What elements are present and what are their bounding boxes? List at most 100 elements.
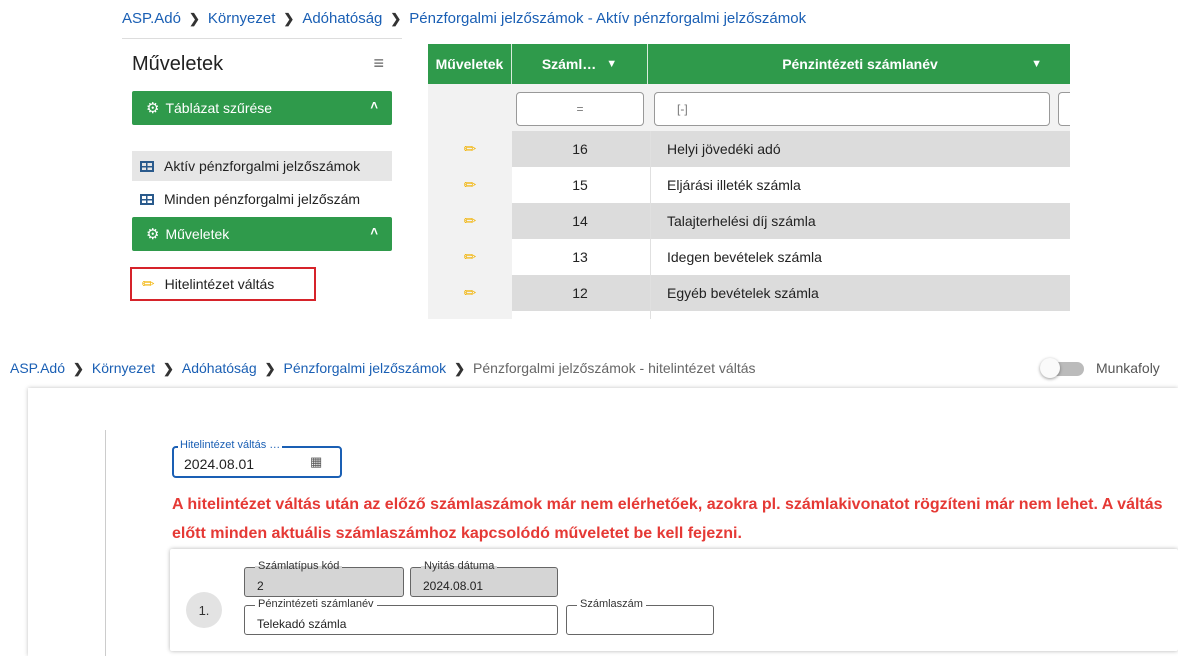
sidebar-item-label: Aktív pénzforgalmi jelzőszámok bbox=[164, 158, 361, 174]
chevron-right-icon: ❯ bbox=[454, 361, 466, 376]
col-header-label: Száml… bbox=[541, 56, 597, 72]
number-filter-input[interactable]: = bbox=[516, 92, 644, 126]
table-row[interactable]: ✏ 16 Helyi jövedéki adó bbox=[428, 131, 1070, 167]
pencil-icon[interactable]: ✏ bbox=[464, 248, 477, 266]
field-label: Hitelintézet váltás … bbox=[178, 439, 283, 451]
name-cell bbox=[650, 311, 1070, 319]
filter-operator: = bbox=[576, 102, 584, 116]
name-cell: Idegen bevételek számla bbox=[650, 239, 1070, 275]
calendar-icon[interactable]: ▦ bbox=[310, 454, 322, 470]
breadcrumb-link-kornyezet[interactable]: Környezet bbox=[92, 360, 155, 376]
breadcrumb-link-asp[interactable]: ASP.Adó bbox=[122, 10, 181, 27]
col-header-label: Pénzintézeti számlanév bbox=[782, 56, 938, 72]
pencil-icon[interactable]: ✏ bbox=[464, 140, 477, 158]
breadcrumb-link-adohatosag[interactable]: Adóhatóság bbox=[182, 360, 257, 376]
number-cell: 13 bbox=[572, 249, 588, 265]
breadcrumb-link-asp[interactable]: ASP.Adó bbox=[10, 360, 65, 376]
breadcrumb-bottom: ASP.Adó ❯ Környezet ❯ Adóhatóság ❯ Pénzforgalm… bbox=[10, 360, 756, 377]
action-bank-change[interactable]: ✏ Hitelintézet váltás bbox=[130, 267, 316, 301]
col-header-number[interactable]: Száml… ▼ bbox=[512, 44, 648, 84]
name-cell: Egyéb bevételek számla bbox=[650, 275, 1070, 311]
name-cell: Eljárási illeték számla bbox=[650, 167, 1070, 203]
chevron-up-icon: ˄ bbox=[370, 98, 378, 113]
number-cell: 14 bbox=[572, 213, 588, 229]
pencil-icon: ✏ bbox=[142, 276, 155, 293]
type-code-field: Számlatípus kód 2 bbox=[244, 560, 404, 597]
edit-cell[interactable]: ✏ bbox=[428, 239, 512, 275]
table-row[interactable]: ✏ 12 Egyéb bevételek számla bbox=[428, 275, 1070, 311]
field-value: 2 bbox=[257, 579, 264, 593]
field-label: Nyitás dátuma bbox=[421, 560, 498, 572]
chevron-right-icon: ❯ bbox=[283, 11, 295, 26]
name-cell: Helyi jövedéki adó bbox=[650, 131, 1070, 167]
pencil-icon[interactable]: ✏ bbox=[464, 176, 477, 194]
chevron-right-icon: ❯ bbox=[390, 11, 402, 26]
warning-message: A hitelintézet váltás után az előző szám… bbox=[172, 496, 1163, 542]
chevron-right-icon: ❯ bbox=[73, 361, 84, 376]
pencil-icon[interactable]: ✏ bbox=[464, 284, 477, 302]
workflow-toggle[interactable] bbox=[1040, 358, 1084, 378]
section-label: Táblázat szűrése bbox=[165, 100, 273, 116]
breadcrumb-top: ASP.Adó ❯ Környezet ❯ Adóhatóság ❯ Pénzforgalm… bbox=[122, 10, 806, 27]
row-index: 1. bbox=[186, 592, 222, 628]
chevron-right-icon: ❯ bbox=[264, 361, 276, 376]
pencil-icon[interactable]: ✏ bbox=[464, 212, 477, 230]
section-actions[interactable]: ⚙ Műveletek ˄ bbox=[132, 217, 392, 251]
edit-cell[interactable]: ✏ bbox=[428, 203, 512, 239]
next-filter-input[interactable] bbox=[1058, 92, 1070, 126]
name-filter-input[interactable]: [-] bbox=[654, 92, 1050, 126]
sidebar-item-label: Minden pénzforgalmi jelzőszám bbox=[164, 191, 361, 207]
field-label: Pénzintézeti számlanév bbox=[255, 598, 377, 610]
action-label: Hitelintézet váltás bbox=[164, 276, 275, 292]
breadcrumb-link-codes[interactable]: Pénzforgalmi jelzőszámok bbox=[284, 360, 447, 376]
edit-cell[interactable]: ✏ bbox=[428, 167, 512, 203]
chevron-up-icon: ˄ bbox=[370, 224, 378, 239]
filter-icon[interactable]: ▼ bbox=[606, 58, 617, 70]
sidebar-item-all-codes[interactable]: Minden pénzforgalmi jelzőszám bbox=[132, 184, 392, 214]
sidebar-item-active-codes[interactable]: Aktív pénzforgalmi jelzőszámok bbox=[132, 151, 392, 181]
open-date-field: Nyitás dátuma 2024.08.01 bbox=[410, 560, 558, 597]
section-table-filter[interactable]: ⚙ Táblázat szűrése ˄ bbox=[132, 91, 392, 125]
table-row[interactable]: ✏ 15 Eljárási illeték számla bbox=[428, 167, 1070, 203]
divider bbox=[105, 430, 106, 656]
table-row bbox=[428, 311, 1070, 319]
filter-operator: [-] bbox=[677, 102, 688, 116]
section-label: Műveletek bbox=[165, 226, 230, 242]
breadcrumb-link-kornyezet[interactable]: Környezet bbox=[208, 10, 276, 27]
name-cell: Talajterhelési díj számla bbox=[650, 203, 1070, 239]
table-row[interactable]: ✏ 14 Talajterhelési díj számla bbox=[428, 203, 1070, 239]
account-number-field[interactable]: Számlaszám bbox=[566, 598, 714, 635]
field-value: 2024.08.01 bbox=[184, 456, 255, 472]
breadcrumb-current: Pénzforgalmi jelzőszámok - hitelintézet … bbox=[473, 360, 756, 376]
gear-icon: ⚙ bbox=[146, 226, 160, 243]
hamburger-icon[interactable]: ≡ bbox=[373, 53, 384, 74]
breadcrumb-current[interactable]: Pénzforgalmi jelzőszámok - Aktív pénzfor… bbox=[409, 10, 806, 27]
table-icon bbox=[140, 160, 154, 172]
codes-table: Műveletek Száml… ▼ Pénzintézeti számlané… bbox=[428, 44, 1070, 319]
edit-cell[interactable]: ✏ bbox=[428, 131, 512, 167]
field-label: Számlaszám bbox=[577, 598, 646, 610]
chevron-right-icon: ❯ bbox=[188, 11, 200, 26]
number-cell: 12 bbox=[572, 285, 588, 301]
col-header-actions[interactable]: Műveletek bbox=[428, 44, 512, 84]
table-icon bbox=[140, 193, 154, 205]
bank-change-date-field[interactable]: Hitelintézet váltás … 2024.08.01 ▦ bbox=[172, 439, 342, 478]
sidebar-title: Műveletek bbox=[132, 53, 224, 75]
col-header-name[interactable]: Pénzintézeti számlanév ▼ bbox=[650, 44, 1070, 84]
number-cell: 15 bbox=[572, 177, 588, 193]
gear-icon: ⚙ bbox=[146, 100, 160, 117]
number-cell: 16 bbox=[572, 141, 588, 157]
account-name-field[interactable]: Pénzintézeti számlanév Telekadó számla bbox=[244, 598, 558, 635]
breadcrumb-link-adohatosag[interactable]: Adóhatóság bbox=[302, 10, 382, 27]
filter-icon[interactable]: ▼ bbox=[1031, 58, 1042, 70]
edit-cell[interactable]: ✏ bbox=[428, 275, 512, 311]
field-value: Telekadó számla bbox=[257, 617, 347, 631]
chevron-right-icon: ❯ bbox=[162, 361, 174, 376]
field-value: 2024.08.01 bbox=[423, 579, 484, 593]
edit-cell bbox=[428, 311, 512, 319]
table-row[interactable]: ✏ 13 Idegen bevételek számla bbox=[428, 239, 1070, 275]
toggle-knob bbox=[1040, 358, 1060, 378]
field-label: Számlatípus kód bbox=[255, 560, 343, 572]
col-header-label: Műveletek bbox=[435, 56, 504, 72]
table-header: Műveletek Száml… ▼ Pénzintézeti számlané… bbox=[428, 44, 1070, 84]
